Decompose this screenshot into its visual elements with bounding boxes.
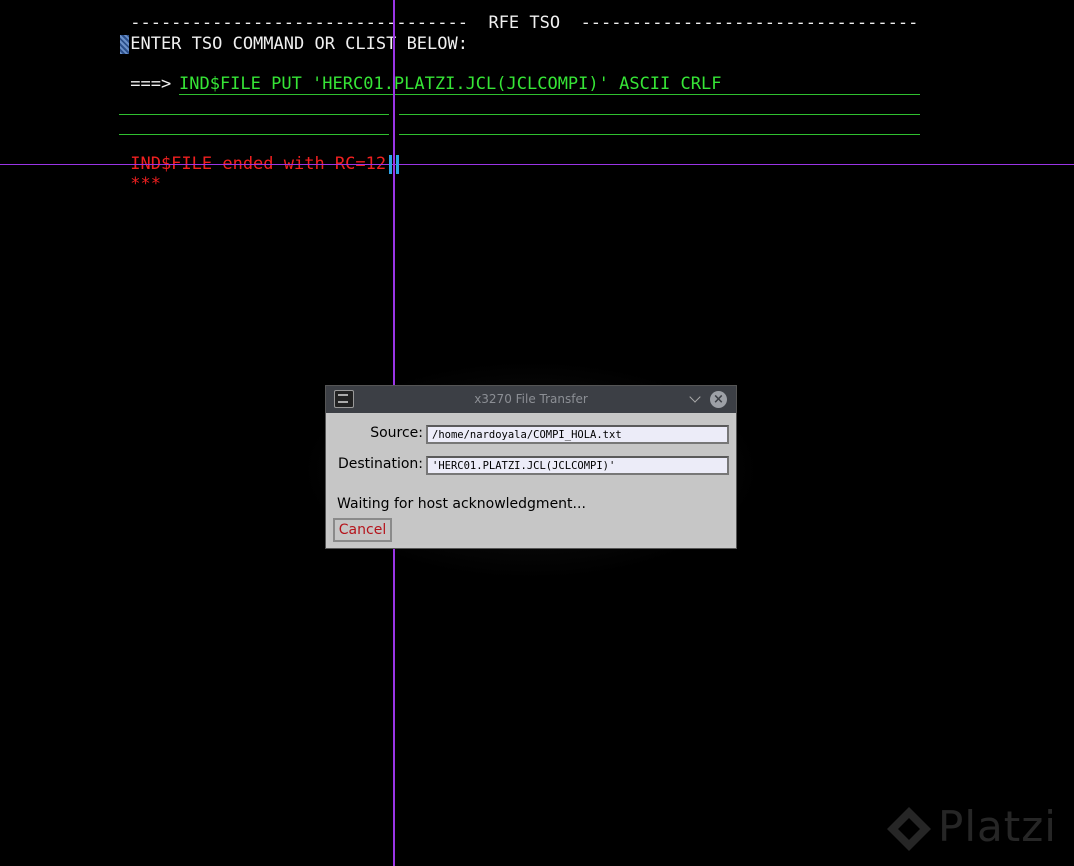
platzi-brand-text: Platzi <box>938 802 1057 851</box>
close-icon[interactable]: × <box>710 391 727 408</box>
cancel-button[interactable]: Cancel <box>333 518 392 542</box>
file-transfer-dialog: x3270 File Transfer × Source: Destinatio… <box>325 385 737 549</box>
source-label: Source: <box>370 425 423 441</box>
message-asterisks: *** <box>120 174 161 194</box>
destination-label: Destination: <box>337 456 423 472</box>
tso-prompt-line: ENTER TSO COMMAND OR CLIST BELOW: <box>120 34 468 54</box>
terminal-cursor <box>389 155 399 174</box>
command-underline-3b <box>399 134 920 135</box>
command-underline-2b <box>399 114 920 115</box>
command-input[interactable]: IND$FILE PUT 'HERC01.PLATZI.JCL(JCLCOMPI… <box>179 74 721 94</box>
dialog-body: Source: Destination: Waiting for host ac… <box>329 414 733 545</box>
source-field[interactable] <box>426 425 729 444</box>
command-underline-2 <box>119 114 389 115</box>
transfer-status: Waiting for host acknowledgment... <box>337 496 586 512</box>
dialog-title: x3270 File Transfer <box>474 392 588 406</box>
destination-field[interactable] <box>426 456 729 475</box>
tso-header-line: --------------------------------- RFE TS… <box>120 13 919 33</box>
platzi-watermark: Platzi <box>884 800 1069 860</box>
minimize-chevron-icon[interactable] <box>688 391 704 407</box>
platzi-logo-icon <box>887 807 931 851</box>
command-underline-3 <box>119 134 389 135</box>
command-arrow: ===> <box>120 74 182 94</box>
dialog-titlebar[interactable]: x3270 File Transfer × <box>326 386 736 413</box>
command-underline-1 <box>179 94 920 95</box>
crosshair-horizontal <box>0 164 1074 165</box>
